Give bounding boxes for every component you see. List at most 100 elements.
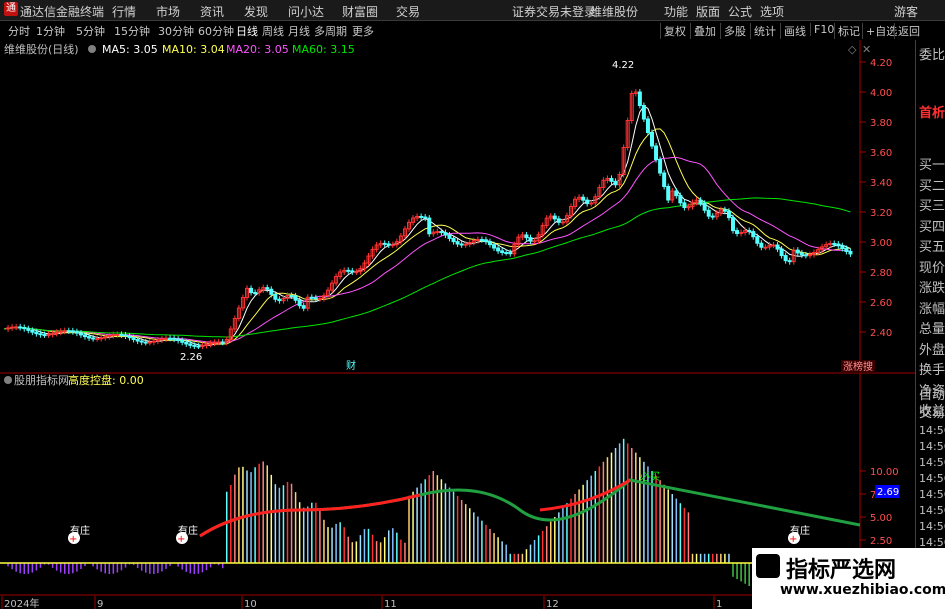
candle-body: [650, 132, 654, 147]
tool-duogu[interactable]: 多股: [720, 23, 746, 39]
chart-settings-icon[interactable]: ◇: [848, 43, 857, 56]
side-quote-row: 买四: [919, 219, 945, 235]
candle-body: [807, 254, 812, 257]
menu-zixun[interactable]: 资讯: [200, 3, 224, 20]
candle-body: [147, 341, 152, 344]
candle-body: [763, 246, 768, 249]
tool-biaoji[interactable]: 标记: [834, 23, 860, 39]
side-jiaoyi[interactable]: 交易: [919, 402, 945, 421]
candle-body: [184, 341, 189, 345]
menu-caifuquan[interactable]: 财富圈: [342, 3, 378, 20]
candle-body: [702, 202, 707, 211]
app-title: 通达信金融终端: [20, 5, 105, 19]
youzhuang-marker-2: + 有庄: [176, 524, 198, 545]
candle-body: [463, 243, 468, 246]
side-time-entry: 14:56: [919, 504, 945, 517]
youzhuang-marker-3: + 有庄: [788, 524, 810, 545]
tool-huaxian[interactable]: 画线: [780, 23, 806, 39]
menu-wenxiaoda[interactable]: 问小达: [288, 3, 324, 20]
ma5-legend: MA5: 3.05: [102, 43, 158, 56]
top-stock-name: 维维股份: [590, 5, 639, 19]
sub-ytick-label: 2.50: [870, 536, 892, 547]
candle-body: [556, 218, 561, 223]
candle-body: [637, 91, 642, 106]
period-daily[interactable]: 日线: [236, 23, 258, 39]
menu-shichang[interactable]: 市场: [156, 3, 180, 20]
candle-body: [297, 299, 302, 307]
candle-body: [46, 333, 51, 336]
candle-body: [500, 250, 505, 253]
sub-legend-name: 股朋指标网: [14, 373, 69, 387]
candle-body: [641, 105, 646, 120]
chart-close-icon[interactable]: ✕: [862, 43, 871, 56]
tool-diejia[interactable]: 叠加: [690, 23, 716, 39]
candle-body: [34, 331, 39, 335]
period-more[interactable]: 更多: [352, 23, 374, 39]
menu-faxian[interactable]: 发现: [244, 3, 268, 20]
sub-legend-value: 高度控盘: 0.00: [68, 373, 144, 387]
side-time-entry: 14:56: [919, 472, 945, 485]
kline-chart[interactable]: 维维股份(日线) MA5: 3.05 MA10: 3.04 MA20: 3.05…: [0, 40, 915, 609]
candle-body: [135, 338, 140, 342]
main-ytick-label: 4.20: [870, 58, 892, 69]
candle-body: [62, 330, 67, 333]
tool-f10[interactable]: F10: [810, 23, 834, 36]
side-auto[interactable]: 自动: [919, 384, 945, 403]
candle-body: [666, 186, 671, 201]
candle-body: [848, 250, 853, 255]
tool-add-watchlist[interactable]: +自选: [862, 23, 897, 39]
menu-xuanxiang[interactable]: 选项: [760, 3, 784, 20]
period-fenshi[interactable]: 分时: [8, 23, 30, 39]
top-menu-bar: 通 通达信金融终端 行情 市场 资讯 发现 问小达 财富圈 交易 证券交易未登录…: [0, 0, 945, 21]
guest-label[interactable]: 游客: [894, 3, 918, 20]
period-5min[interactable]: 5分钟: [76, 23, 105, 39]
period-30min[interactable]: 30分钟: [158, 23, 194, 39]
youzhuang-marker-1: + 有庄: [68, 524, 90, 545]
side-quote-row: 现价: [919, 260, 945, 276]
tool-fuquan[interactable]: 复权: [660, 23, 686, 39]
x-axis: 2024年 9 10 11 12 1: [1, 596, 722, 609]
candle-body: [459, 243, 464, 246]
tool-tongji[interactable]: 统计: [750, 23, 776, 39]
menu-gongneng[interactable]: 功能: [664, 3, 688, 20]
candle-body: [706, 209, 711, 217]
menu-hangqing[interactable]: 行情: [112, 3, 136, 20]
period-15min[interactable]: 15分钟: [114, 23, 150, 39]
period-60min[interactable]: 60分钟: [198, 23, 234, 39]
candle-body: [123, 334, 128, 337]
menu-jiaoyi[interactable]: 交易: [396, 3, 420, 20]
menu-gongshi[interactable]: 公式: [728, 3, 752, 20]
candle-body: [832, 243, 837, 246]
period-monthly[interactable]: 月线: [288, 23, 310, 39]
candle-body: [192, 344, 197, 347]
candle-body: [799, 252, 804, 256]
x-label-1: 1: [716, 599, 722, 609]
candle-body: [390, 244, 395, 247]
candle-body: [609, 177, 614, 182]
candle-body: [682, 202, 687, 208]
candle-body: [698, 199, 703, 204]
candle-body: [87, 336, 92, 339]
period-multi[interactable]: 多周期: [314, 23, 347, 39]
candle-body: [143, 341, 148, 344]
candle-body: [111, 334, 116, 337]
candle-body: [99, 337, 104, 340]
candle-body: [42, 334, 47, 337]
candle-body: [168, 337, 173, 340]
login-warning[interactable]: 证券交易未登录: [512, 3, 596, 20]
period-1min[interactable]: 1分钟: [36, 23, 65, 39]
period-weekly[interactable]: 周线: [262, 23, 284, 39]
candle-body: [585, 199, 590, 205]
finance-marker[interactable]: 财: [346, 359, 356, 372]
tool-back[interactable]: 返回: [894, 23, 920, 39]
side-weibi: 委比: [919, 48, 945, 63]
candle-body: [91, 337, 96, 340]
main-ytick-label: 2.60: [870, 298, 892, 309]
candle-body: [654, 145, 659, 160]
candle-body: [131, 337, 136, 340]
tag-label[interactable]: 涨榜搜: [843, 360, 873, 373]
menu-banmian[interactable]: 版面: [696, 3, 720, 20]
sub-legend-toggle-icon[interactable]: [4, 376, 12, 384]
legend-toggle-icon[interactable]: [88, 45, 96, 53]
candle-body: [496, 247, 501, 252]
